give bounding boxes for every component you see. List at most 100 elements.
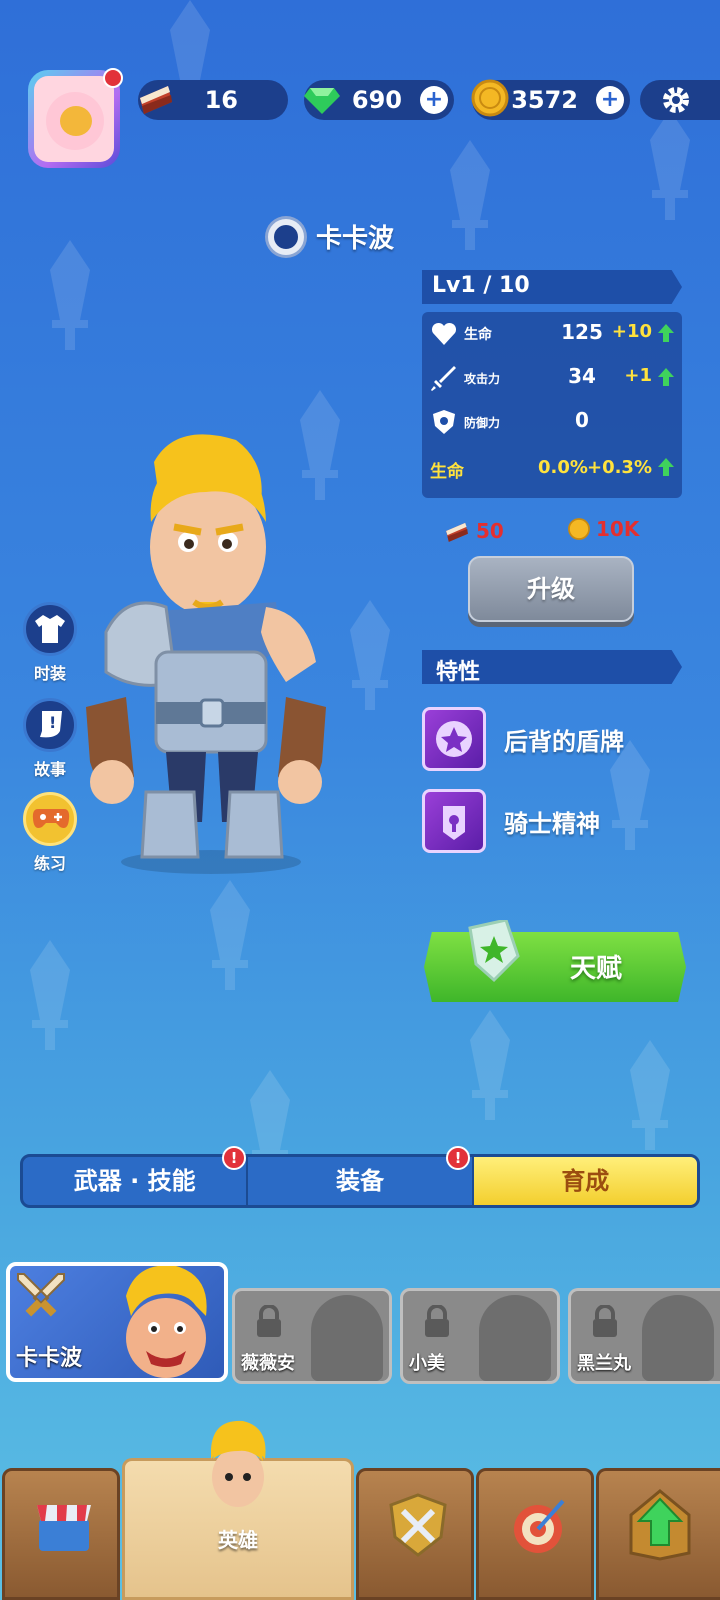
costume-button[interactable]: 时装 [22,602,78,684]
stat-increase: +10 [611,321,652,342]
hero-card-locked[interactable]: 小美 [400,1288,560,1384]
lock-icon [593,1305,617,1337]
coin-count: 3572 [511,86,578,114]
nav-label: 英雄 [218,1528,258,1552]
hero-card-name: 薇薇安 [241,1353,295,1374]
upgrade-arrow-icon [629,1489,691,1561]
stat-increase: +1 [624,365,652,386]
costume-label: 时装 [33,664,66,683]
hero-name-header: 卡卡波 [268,218,394,255]
upgrade-cost-cake: 50 [442,516,504,546]
stat-label: 防御力 [464,416,501,430]
lock-icon [425,1305,449,1337]
settings-button[interactable] [640,80,720,120]
cake-icon [446,522,468,542]
cake-counter: 16 [138,80,288,120]
shop-icon [37,1505,91,1551]
increase-arrow-icon [658,324,674,342]
stat-value: 125 [561,320,603,344]
flower-core [60,106,92,136]
lock-icon [257,1305,281,1337]
cake-count: 16 [204,86,238,114]
increase-arrow-icon [658,458,674,476]
stat-row-attack: 攻击力 34 +1 [422,358,682,398]
sword-icon [431,366,456,391]
bottom-nav: 英雄 [0,1420,720,1600]
hero-level: Lv1 / 10 [432,273,530,298]
trait-item[interactable]: 骑士精神 [422,788,600,854]
add-gems-button[interactable]: + [420,86,448,114]
hero-stats-panel: 生命 125 +10 攻击力 34 +1 防御力 0 生命 0.0% +0.3% [422,312,682,498]
shield-icon [433,410,455,434]
nav-target[interactable] [476,1468,594,1600]
story-label: 故事 [33,760,66,779]
tab-weapon-skill[interactable]: 武器 · 技能 [23,1157,249,1205]
stat-label: 攻击力 [464,372,501,386]
hero-character-figure [86,434,326,874]
hero-level-bar: Lv1 / 10 [422,270,682,304]
tab-alert-badge: ! [446,1146,470,1170]
stat-value: 0 [575,408,589,432]
talent-badge-icon [468,920,520,983]
story-icon: ! [23,698,77,752]
crossed-swords-icon [17,1273,65,1317]
tab-alert-badge: ! [222,1146,246,1170]
heart-icon [431,322,457,345]
nav-hero[interactable]: 英雄 [122,1420,354,1600]
upgrade-button[interactable]: 升级 [468,556,634,622]
hero-portrait [311,1295,383,1381]
gear-icon [663,87,689,113]
talent-label: 天赋 [570,954,623,984]
hero-portrait [479,1295,551,1381]
hero-name: 卡卡波 [316,224,395,254]
hero-card-locked[interactable]: 黑兰丸 [568,1288,720,1384]
coin-counter: 3572 + [471,79,630,120]
upgrade-cost-coin: 10K [566,516,639,542]
story-button[interactable]: ! 故事 [22,698,78,780]
coin-cost: 10K [596,517,640,541]
cake-icon [140,86,172,114]
trait-item[interactable]: 后背的盾牌 [422,706,624,772]
stat-label: 生命 [464,327,492,343]
traits-header: 特性 [422,650,682,684]
stat-row-hp: 生命 125 +10 [422,314,682,354]
talent-button[interactable]: 天赋 [424,932,686,1002]
hero-portrait [642,1295,714,1381]
hero-card-name: 黑兰丸 [577,1353,631,1374]
shield-trait-icon [422,707,486,771]
stat-row-bonus: 生命 0.0% +0.3% [422,448,682,488]
avatar-image [34,76,114,162]
tab-equipment[interactable]: 装备 [248,1157,474,1205]
avatar-notification-dot [103,68,123,88]
knight-trait-icon [422,789,486,853]
gem-counter: 690 + [304,80,454,120]
trait-name: 后背的盾牌 [504,727,624,756]
nav-shop[interactable] [2,1468,120,1600]
shirt-icon [23,602,77,656]
add-coins-button[interactable]: + [596,86,624,114]
nav-battle[interactable] [356,1468,474,1600]
gem-icon [304,88,340,114]
target-icon [514,1499,565,1553]
nav-upgrade[interactable] [596,1468,720,1600]
increase-arrow-icon [658,368,674,386]
tab-training[interactable]: 育成 [473,1157,697,1205]
hero-card-name: 卡卡波 [16,1346,83,1371]
hero-rank-ring-icon [268,218,304,255]
practice-button[interactable]: 练习 [22,792,78,874]
hero-icon [211,1420,266,1507]
coin-icon [568,518,590,540]
coin-icon [471,79,509,117]
trait-name: 骑士精神 [504,809,600,838]
hero-card-name: 小美 [409,1353,445,1374]
svg-text:!: ! [49,713,56,732]
bonus-label: 生命 [430,462,464,482]
practice-label: 练习 [33,854,66,873]
stat-value: 34 [568,364,596,388]
hero-card-locked[interactable]: 薇薇安 [232,1288,392,1384]
gem-count: 690 [351,86,402,114]
stat-row-defense: 防御力 0 [422,402,682,442]
hero-card-selected[interactable]: 卡卡波 [6,1262,228,1382]
hero-tabs: 武器 · 技能 装备 育成 [20,1154,700,1208]
battle-icon [389,1493,447,1557]
